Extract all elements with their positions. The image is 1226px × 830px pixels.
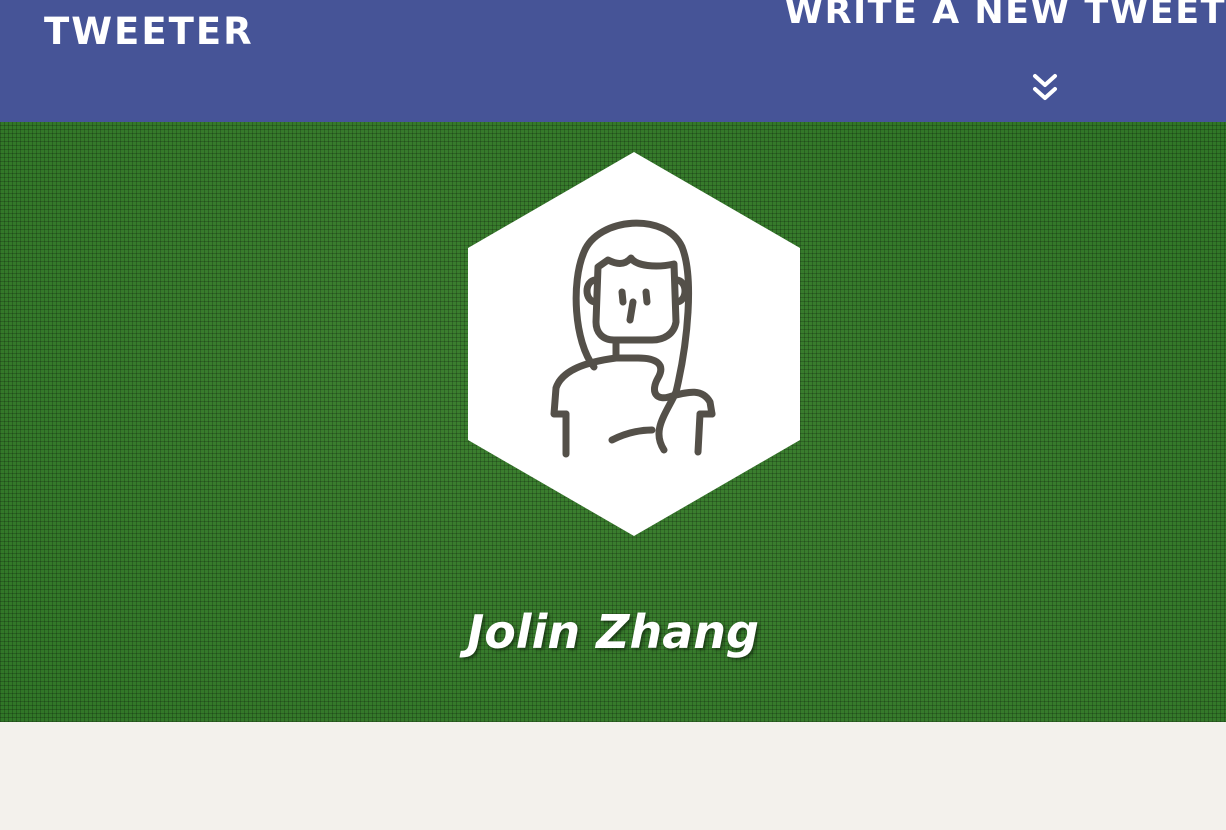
hexagon-frame	[468, 152, 800, 536]
compose-tweet-button[interactable]: Write a new tweet	[785, 0, 1226, 108]
profile-banner: Jolin Zhang	[0, 122, 1226, 722]
top-nav: Tweeter Write a new tweet	[0, 0, 1226, 122]
profile-name: Jolin Zhang	[467, 605, 759, 659]
brand-logo[interactable]: Tweeter	[44, 10, 254, 54]
woman-avatar-icon	[468, 152, 800, 536]
compose-tweet-label[interactable]: Write a new tweet	[785, 0, 1226, 34]
double-chevron-down-icon[interactable]	[1032, 72, 1058, 104]
main-content	[0, 722, 1226, 830]
